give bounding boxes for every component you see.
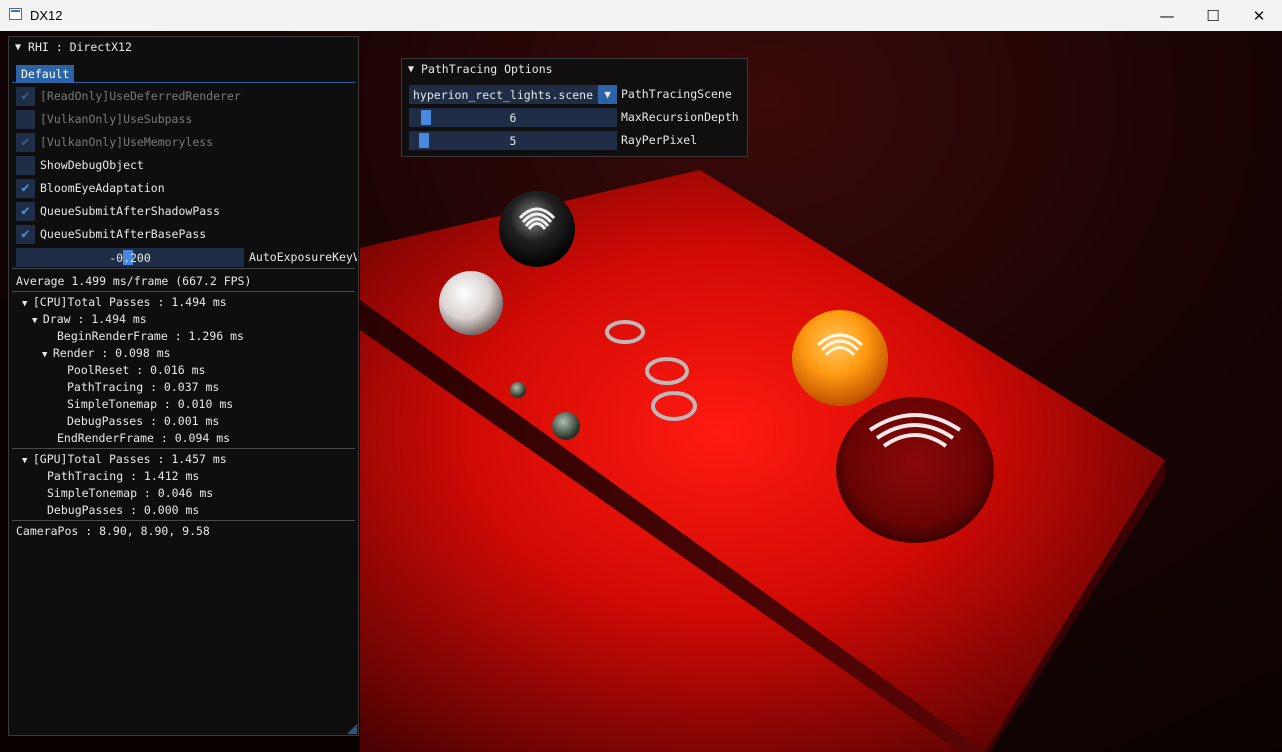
checkbox-row[interactable]: ✔ BloomEyeAdaptation [9,178,358,198]
slider-value: -0.200 [109,250,151,265]
checkbox-row[interactable]: [VulkanOnly]UseSubpass [9,109,358,129]
slider-label: MaxRecursionDepth [621,110,739,124]
tree-node-render[interactable]: ▼ Render : 0.098 ms [42,346,171,360]
check-icon[interactable]: ✔ [16,224,35,244]
slider-label: RayPerPixel [621,133,698,147]
checkbox-row[interactable]: ✔ QueueSubmitAfterBasePass [9,224,358,244]
tree-node-gpu-total[interactable]: ▼ [GPU]Total Passes : 1.457 ms [22,452,227,466]
pathtracing-options-panel[interactable]: ▼ PathTracing Options hyperion_rect_ligh… [401,58,748,157]
slider-grab[interactable] [421,110,431,125]
tree-leaf: SimpleTonemap : 0.046 ms [47,486,214,500]
tree-leaf: DebugPasses : 0.001 ms [67,414,220,428]
checkbox-empty[interactable] [16,155,35,175]
max-recursion-depth-slider[interactable]: 6 [409,108,617,127]
resize-grip[interactable] [347,724,357,734]
divider [12,520,355,521]
divider [12,268,355,269]
checkbox-label: BloomEyeAdaptation [40,181,165,195]
slider-grab[interactable] [419,133,429,148]
check-icon[interactable]: ✔ [16,201,35,221]
slider-value: 5 [509,133,517,148]
checkbox-row[interactable]: ✔ QueueSubmitAfterShadowPass [9,201,358,221]
check-icon[interactable]: ✔ [16,86,35,106]
tree-node-label: Render : 0.098 ms [52,346,171,360]
tree-leaf: SimpleTonemap : 0.010 ms [67,397,234,411]
triangle-down-icon[interactable]: ▼ [42,350,53,360]
scene-combo[interactable]: hyperion_rect_lights.scene ▼ [409,85,617,104]
close-button[interactable]: ✕ [1236,0,1282,31]
checkbox-label: QueueSubmitAfterBasePass [40,227,207,241]
checkbox-label: QueueSubmitAfterShadowPass [40,204,221,218]
tree-node-cpu-total[interactable]: ▼ [CPU]Total Passes : 1.494 ms [22,295,227,309]
divider [12,291,355,292]
tree-leaf: PathTracing : 1.412 ms [47,469,200,483]
tab-underline [12,82,355,83]
triangle-down-icon[interactable]: ▼ [598,85,617,104]
app-window: DX12 — ☐ ✕ ▼ RHI: DirectX12 Default ✔ [… [0,0,1282,752]
maximize-button[interactable]: ☐ [1190,0,1236,31]
rhi-panel[interactable]: ▼ RHI : DirectX12 Default ✔ [ReadOnly]Us… [8,36,359,736]
triangle-down-icon[interactable]: ▼ [22,456,33,466]
triangle-down-icon[interactable]: ▼ [32,316,43,326]
tree-node-label: [GPU]Total Passes : 1.457 ms [32,452,227,466]
average-frame-time: Average 1.499 ms/frame (667.2 FPS) [16,274,252,288]
checkbox-label: [VulkanOnly]UseSubpass [40,112,193,126]
camera-position: CameraPos : 8.90, 8.90, 9.58 [16,524,210,538]
rhi-panel-header[interactable]: ▼ RHI : DirectX12 [9,37,358,57]
triangle-down-icon[interactable]: ▼ [408,64,414,75]
pt-panel-title: PathTracing Options [421,62,553,76]
scene-combo-value: hyperion_rect_lights.scene [413,87,594,102]
checkbox-label: [ReadOnly]UseDeferredRenderer [40,89,241,103]
rhi-panel-title: RHI : DirectX12 [28,40,132,54]
triangle-down-icon[interactable]: ▼ [22,299,33,309]
tree-node-label: [CPU]Total Passes : 1.494 ms [32,295,227,309]
pt-panel-header[interactable]: ▼ PathTracing Options [402,59,747,79]
divider [12,448,355,449]
checkbox-label: [VulkanOnly]UseMemoryless [40,135,214,149]
check-icon[interactable]: ✔ [16,132,35,152]
tree-node-label: Draw : 1.494 ms [42,312,147,326]
tree-leaf: PoolReset : 0.016 ms [67,363,206,377]
auto-exposure-slider[interactable]: -0.200 [16,248,244,267]
ray-per-pixel-slider[interactable]: 5 [409,131,617,150]
minimize-button[interactable]: — [1144,0,1190,31]
app-icon [9,8,22,20]
checkbox-row[interactable]: ShowDebugObject [9,155,358,175]
slider-value: 6 [509,110,517,125]
checkbox-label: ShowDebugObject [40,158,144,172]
tree-leaf: DebugPasses : 0.000 ms [47,503,200,517]
triangle-down-icon[interactable]: ▼ [15,42,21,53]
tab-default[interactable]: Default [16,65,75,82]
scene-combo-label: PathTracingScene [621,87,732,101]
tree-leaf: EndRenderFrame : 0.094 ms [57,431,231,445]
checkbox-row[interactable]: ✔ [VulkanOnly]UseMemoryless [9,132,358,152]
checkbox-empty[interactable] [16,109,35,129]
window-title: DX12 [30,8,63,23]
check-icon[interactable]: ✔ [16,178,35,198]
title-bar: DX12 — ☐ ✕ [0,0,1282,31]
tree-node-draw[interactable]: ▼ Draw : 1.494 ms [32,312,147,326]
slider-label: AutoExposureKeyV [249,250,357,264]
tree-leaf: PathTracing : 0.037 ms [67,380,220,394]
checkbox-row[interactable]: ✔ [ReadOnly]UseDeferredRenderer [9,86,358,106]
tree-leaf: BeginRenderFrame : 1.296 ms [57,329,244,343]
